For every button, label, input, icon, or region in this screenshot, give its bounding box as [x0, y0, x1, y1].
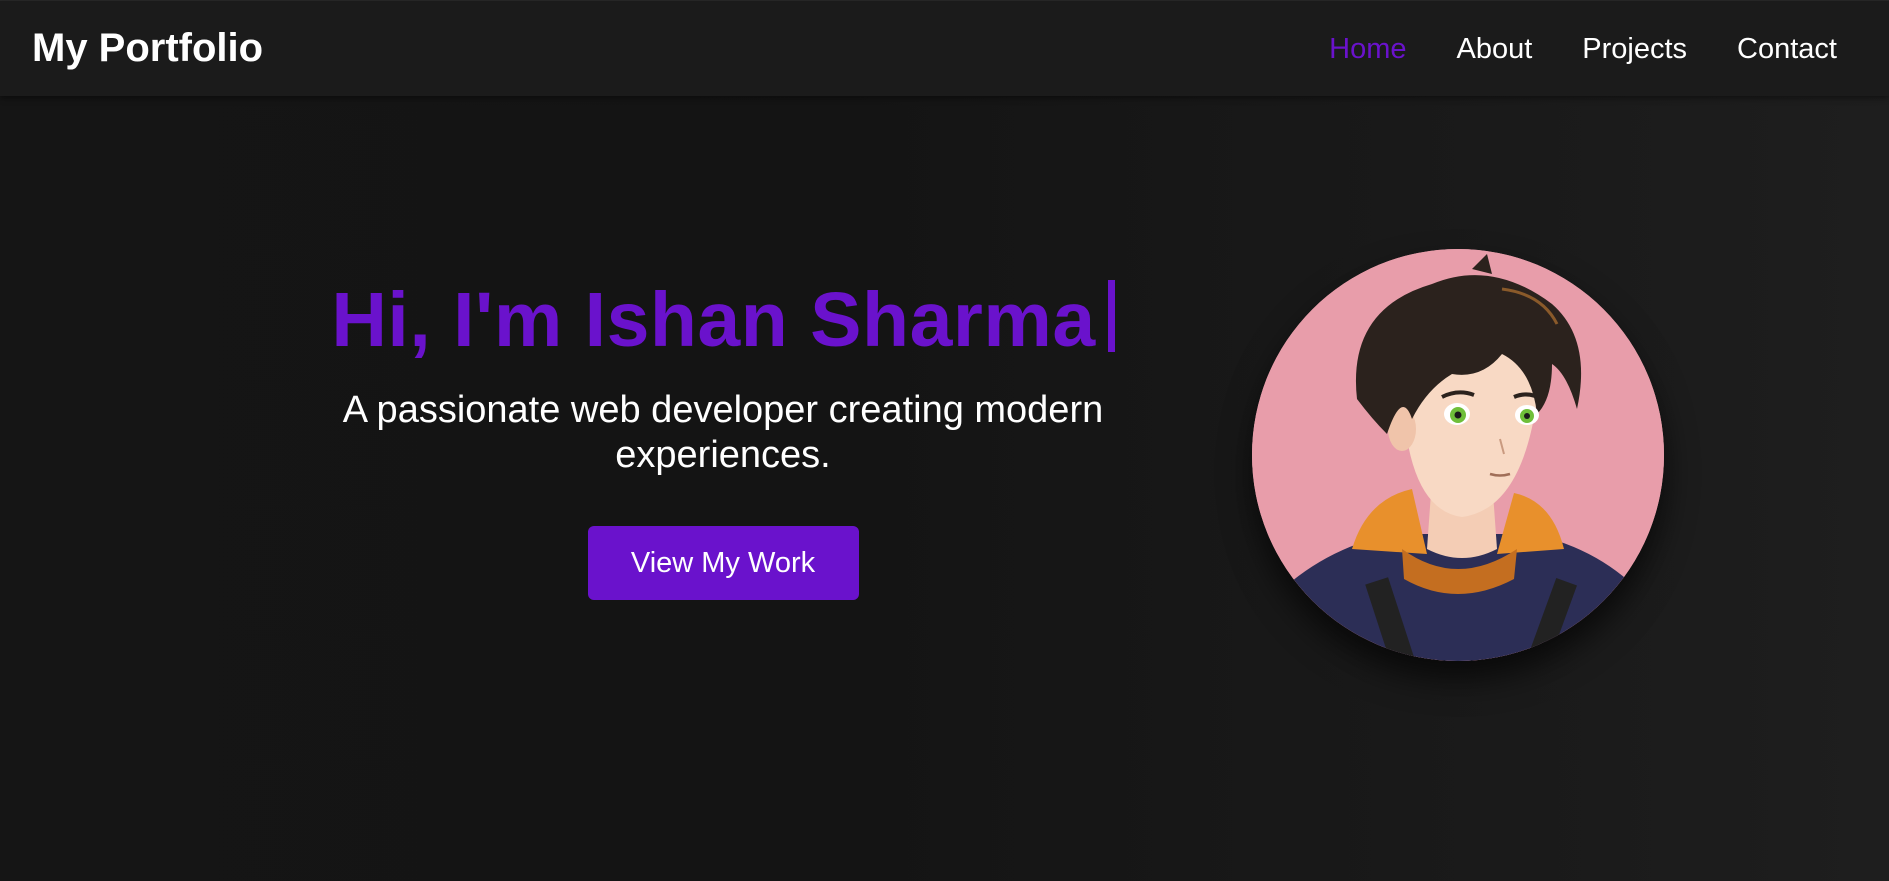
nav-links: Home About Projects Contact [1329, 29, 1837, 69]
anime-boy-avatar-icon [1252, 249, 1664, 661]
hero-heading-wrap: Hi, I'm Ishan Sharma [223, 270, 1223, 370]
hero-heading: Hi, I'm Ishan Sharma [331, 277, 1096, 363]
nav-link-home[interactable]: Home [1329, 29, 1406, 69]
typing-cursor [1107, 280, 1115, 352]
hero-section: Hi, I'm Ishan Sharma A passionate web de… [223, 270, 1223, 600]
view-my-work-button[interactable]: View My Work [587, 526, 859, 600]
hero-subtitle: A passionate web developer creating mode… [342, 389, 1104, 476]
navbar: My Portfolio Home About Projects Contact [0, 1, 1889, 96]
nav-link-contact[interactable]: Contact [1737, 29, 1837, 69]
page: My Portfolio Home About Projects Contact… [0, 0, 1889, 881]
brand-title[interactable]: My Portfolio [32, 25, 263, 71]
nav-link-about[interactable]: About [1456, 29, 1532, 69]
nav-link-projects[interactable]: Projects [1582, 29, 1687, 69]
